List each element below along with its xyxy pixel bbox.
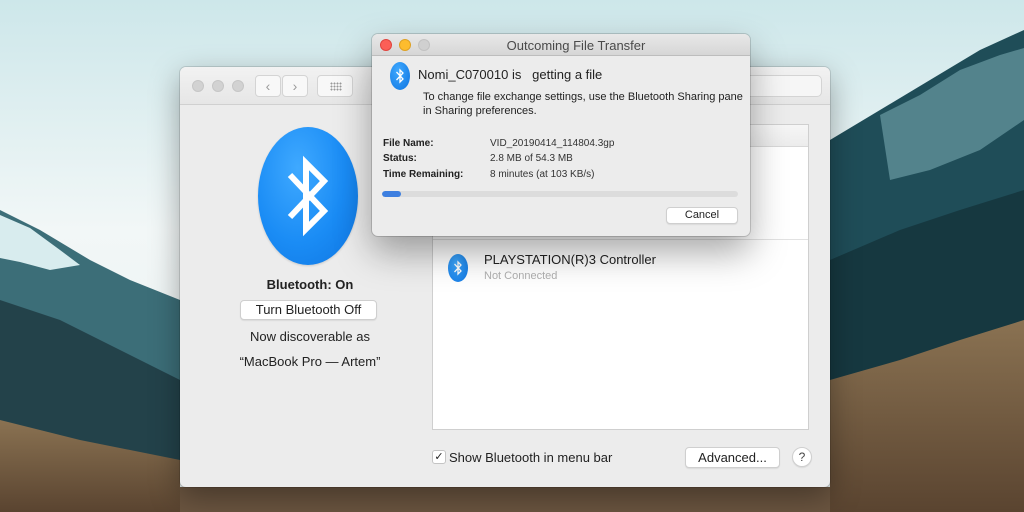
- chevron-left-icon: ‹: [265, 78, 271, 94]
- checkmark-icon: ✓: [434, 451, 444, 463]
- file-name-value: VID_20190414_114804.3gp: [490, 138, 615, 149]
- device-row[interactable]: PLAYSTATION(R)3 Controller Not Connected: [433, 239, 808, 287]
- show-in-menu-bar-label[interactable]: Show Bluetooth in menu bar: [449, 450, 612, 465]
- dialog-title: Outcoming File Transfer: [506, 38, 646, 53]
- bluetooth-icon: [448, 254, 468, 282]
- minimize-button-inactive[interactable]: [212, 80, 224, 92]
- device-name: PLAYSTATION(R)3 Controller: [484, 252, 656, 267]
- close-button-inactive[interactable]: [192, 80, 204, 92]
- dialog-message: To change file exchange settings, use th…: [423, 91, 743, 117]
- show-in-menu-bar-checkbox[interactable]: ✓: [432, 450, 446, 464]
- zoom-button-inactive[interactable]: [232, 80, 244, 92]
- help-button[interactable]: ?: [792, 447, 812, 467]
- cancel-button[interactable]: Cancel: [666, 207, 738, 224]
- discoverable-label: Now discoverable as: [250, 329, 370, 344]
- discoverable-name: “MacBook Pro — Artem”: [239, 354, 381, 369]
- status-label: Status:: [383, 153, 417, 164]
- turn-bluetooth-off-button[interactable]: Turn Bluetooth Off: [240, 300, 377, 320]
- file-name-label: File Name:: [383, 138, 434, 149]
- advanced-button[interactable]: Advanced...: [685, 447, 780, 468]
- transfer-progress-bar: [382, 191, 738, 197]
- bluetooth-icon: [258, 127, 358, 265]
- forward-button[interactable]: ›: [282, 75, 308, 97]
- device-status: Not Connected: [484, 270, 558, 282]
- bluetooth-status-label: Bluetooth: On: [266, 277, 354, 292]
- search-input[interactable]: [740, 75, 822, 97]
- dialog-heading: Nomi_C070010 is getting a file: [418, 67, 603, 82]
- back-button[interactable]: ‹: [255, 75, 281, 97]
- file-transfer-dialog: Outcoming File Transfer Nomi_C070010 is …: [372, 34, 750, 236]
- bluetooth-icon: [390, 62, 410, 90]
- time-remaining-value: 8 minutes (at 103 KB/s): [490, 169, 595, 180]
- time-remaining-label: Time Remaining:: [383, 169, 464, 180]
- dialog-titlebar: Outcoming File Transfer: [372, 34, 750, 56]
- grid-icon: [330, 82, 342, 91]
- show-all-button[interactable]: [317, 75, 353, 97]
- status-value: 2.8 MB of 54.3 MB: [490, 153, 573, 164]
- progress-fill: [382, 191, 401, 197]
- chevron-right-icon: ›: [292, 78, 298, 94]
